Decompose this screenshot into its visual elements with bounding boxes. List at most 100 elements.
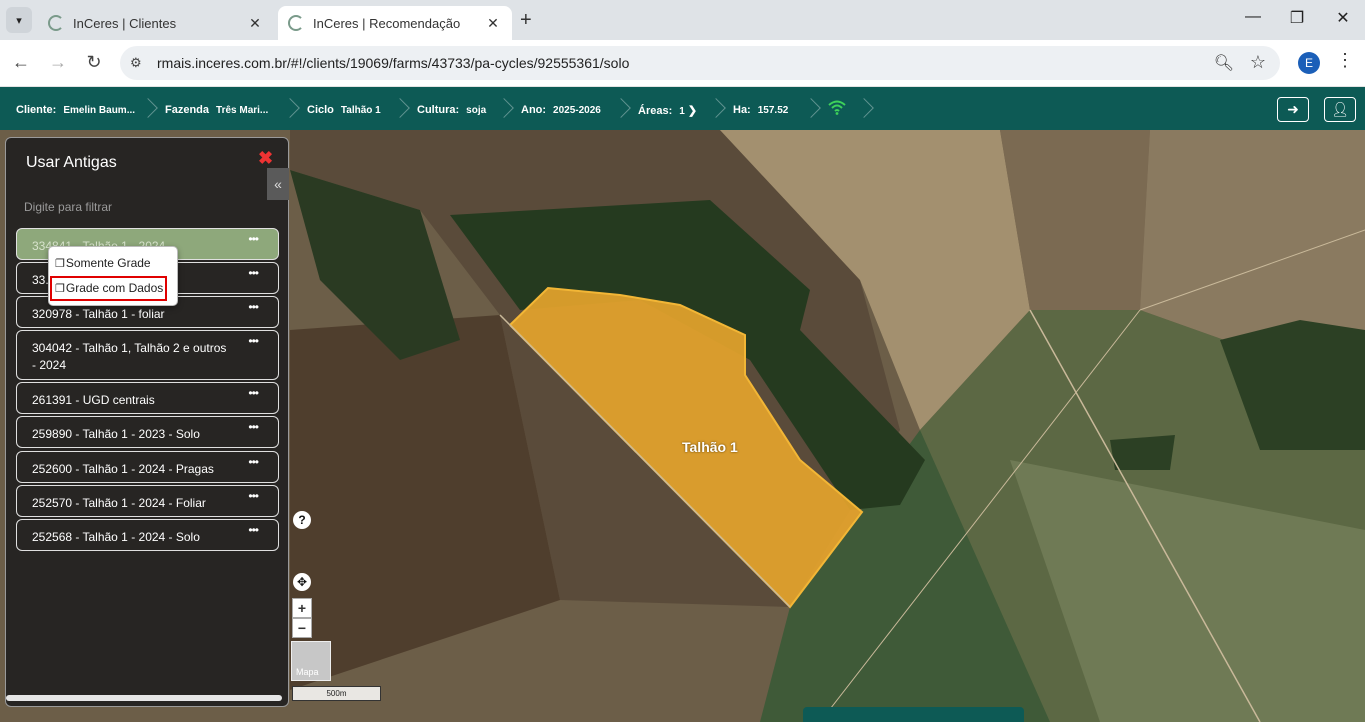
menu-item-label: Somente Grade — [65, 256, 151, 270]
reload-icon: ↻ — [86, 52, 102, 72]
list-item[interactable]: 259890 - Talhão 1 - 2023 - Solo ••• — [16, 416, 279, 448]
list-item[interactable]: 304042 - Talhão 1, Talhão 2 e outros - 2… — [16, 330, 279, 380]
cliente-value: Emelin Baum... — [63, 105, 136, 116]
browser-tab-recomendacao[interactable]: InCeres | Recomendação ✕ — [278, 6, 512, 40]
zoom-in-button[interactable]: + — [292, 598, 312, 618]
pan-button[interactable]: ✥ — [293, 573, 311, 591]
list-item[interactable]: 252600 - Talhão 1 - 2024 - Pragas ••• — [16, 451, 279, 483]
close-icon[interactable]: ✕ — [246, 15, 264, 32]
breadcrumb-fazenda[interactable]: Fazenda Três Mari... — [165, 104, 268, 116]
breadcrumb-ciclo[interactable]: Ciclo Talhão 1 — [307, 104, 381, 116]
list-item-label: 252570 - Talhão 1 - 2024 - Foliar — [32, 496, 206, 510]
inceres-favicon-icon — [48, 15, 64, 31]
site-settings-icon[interactable]: ⚙ — [130, 55, 142, 71]
double-chevron-left-icon: « — [274, 176, 282, 192]
reload-button[interactable]: ↻ — [82, 52, 106, 73]
breadcrumb-separator — [393, 96, 407, 122]
tab-search-button[interactable]: ▾ — [6, 7, 32, 33]
list-item-label: 304042 - Talhão 1, Talhão 2 e outros - 2… — [32, 341, 227, 372]
list-item-label: 259890 - Talhão 1 - 2023 - Solo — [32, 427, 200, 441]
list-item[interactable]: 261391 - UGD centrais ••• — [16, 382, 279, 414]
breadcrumb-ha: Ha: 157.52 — [733, 104, 788, 116]
areas-label: Áreas: — [638, 105, 673, 117]
field-label[interactable]: Talhão 1 — [682, 439, 738, 455]
base-layer-toggle[interactable]: Mapa — [291, 641, 331, 681]
profile-avatar[interactable]: E — [1298, 52, 1320, 74]
help-button[interactable]: ? — [293, 511, 311, 529]
wifi-icon — [828, 100, 846, 115]
more-options-icon[interactable]: ••• — [248, 299, 259, 316]
browser-tab-bar: ▾ InCeres | Clientes ✕ InCeres | Recomen… — [0, 0, 1365, 40]
panel-scrollbar[interactable] — [6, 695, 282, 701]
user-button[interactable]: 👤︎ — [1324, 97, 1356, 122]
browser-menu-icon[interactable]: ⋮ — [1336, 50, 1354, 71]
breadcrumb-separator — [857, 96, 871, 122]
list-item-label: 320978 - Talhão 1 - foliar — [32, 307, 165, 321]
breadcrumb-separator — [804, 96, 818, 122]
breadcrumb-ano[interactable]: Ano: 2025-2026 — [521, 104, 601, 116]
more-options-icon[interactable]: ••• — [248, 333, 259, 350]
areas-dropdown[interactable]: Áreas: 1 ❯ — [638, 104, 697, 117]
tab-title: InCeres | Recomendação — [313, 15, 461, 31]
restore-button[interactable]: ❐ — [1287, 8, 1307, 28]
chevron-down-icon: ▾ — [16, 14, 22, 27]
more-options-icon[interactable]: ••• — [248, 265, 259, 282]
zoom-out-button[interactable]: − — [292, 618, 312, 638]
menu-item-somente-grade[interactable]: ❐Somente Grade — [55, 256, 151, 270]
map-scale: 500m — [292, 686, 381, 701]
close-icon[interactable]: ✕ — [484, 15, 502, 32]
bookmark-star-icon[interactable]: ☆ — [1250, 52, 1266, 73]
browser-tab-clientes[interactable]: InCeres | Clientes ✕ — [38, 6, 274, 40]
list-item-label: 252568 - Talhão 1 - 2024 - Solo — [32, 530, 200, 544]
ano-label: Ano: — [521, 104, 547, 116]
breadcrumb-cliente[interactable]: Cliente: Emelin Baum... — [16, 104, 135, 116]
address-bar[interactable]: ⚙ rmais.inceres.com.br/#!/clients/19069/… — [120, 46, 1280, 80]
bottom-drawer-tab[interactable] — [803, 707, 1024, 722]
chevron-down-icon: ❯ — [687, 105, 698, 117]
url-text[interactable]: rmais.inceres.com.br/#!/clients/19069/fa… — [157, 55, 629, 71]
more-options-icon[interactable]: ••• — [248, 231, 259, 248]
more-options-icon[interactable]: ••• — [248, 419, 259, 436]
question-icon: ? — [298, 513, 306, 527]
breadcrumb-separator — [141, 96, 155, 122]
more-options-icon[interactable]: ••• — [248, 522, 259, 539]
ha-value: 157.52 — [757, 105, 789, 116]
zoom-icon[interactable]: 🔍︎ — [1214, 53, 1234, 73]
ciclo-label: Ciclo — [307, 104, 334, 116]
user-icon: 👤︎ — [1331, 101, 1349, 117]
filter-input[interactable]: Digite para filtrar — [24, 200, 112, 214]
panel-title: Usar Antigas — [26, 154, 117, 171]
arrow-right-icon: → — [49, 52, 67, 72]
more-options-icon[interactable]: ••• — [248, 454, 259, 471]
ciclo-value: Talhão 1 — [340, 105, 381, 116]
new-tab-button[interactable]: + — [520, 9, 532, 32]
forward-button[interactable]: → — [46, 52, 70, 73]
inceres-favicon-icon — [288, 15, 304, 31]
breadcrumb-separator — [497, 96, 511, 122]
arrow-left-icon: ← — [12, 52, 30, 72]
collapse-panel-button[interactable]: « — [267, 168, 289, 200]
tab-title: InCeres | Clientes — [73, 15, 177, 31]
more-options-icon[interactable]: ••• — [248, 488, 259, 505]
breadcrumb-cultura[interactable]: Cultura: soja — [417, 104, 486, 116]
cultura-value: soja — [466, 105, 487, 116]
cultura-label: Cultura: — [417, 104, 460, 116]
highlight-box — [50, 276, 167, 301]
breadcrumb-separator — [283, 96, 297, 122]
breadcrumb-separator — [614, 96, 628, 122]
list-item-label: 252600 - Talhão 1 - 2024 - Pragas — [32, 462, 214, 476]
minimize-button[interactable]: — — [1243, 8, 1263, 26]
list-item[interactable]: 252568 - Talhão 1 - 2024 - Solo ••• — [16, 519, 279, 551]
copy-icon: ❐ — [55, 258, 65, 270]
window-close-button[interactable]: ✕ — [1333, 8, 1353, 28]
back-button[interactable]: ← — [9, 52, 33, 73]
more-options-icon[interactable]: ••• — [248, 385, 259, 402]
ha-label: Ha: — [733, 104, 751, 116]
fazenda-label: Fazenda — [165, 104, 210, 116]
close-icon[interactable]: ✖ — [258, 148, 273, 169]
exit-button[interactable]: ➜ — [1277, 97, 1309, 122]
list-item-label: 261391 - UGD centrais — [32, 393, 155, 407]
list-item[interactable]: 252570 - Talhão 1 - 2024 - Foliar ••• — [16, 485, 279, 517]
ano-value: 2025-2026 — [553, 105, 601, 116]
browser-toolbar: ← → ↻ ⚙ rmais.inceres.com.br/#!/clients/… — [0, 40, 1365, 87]
